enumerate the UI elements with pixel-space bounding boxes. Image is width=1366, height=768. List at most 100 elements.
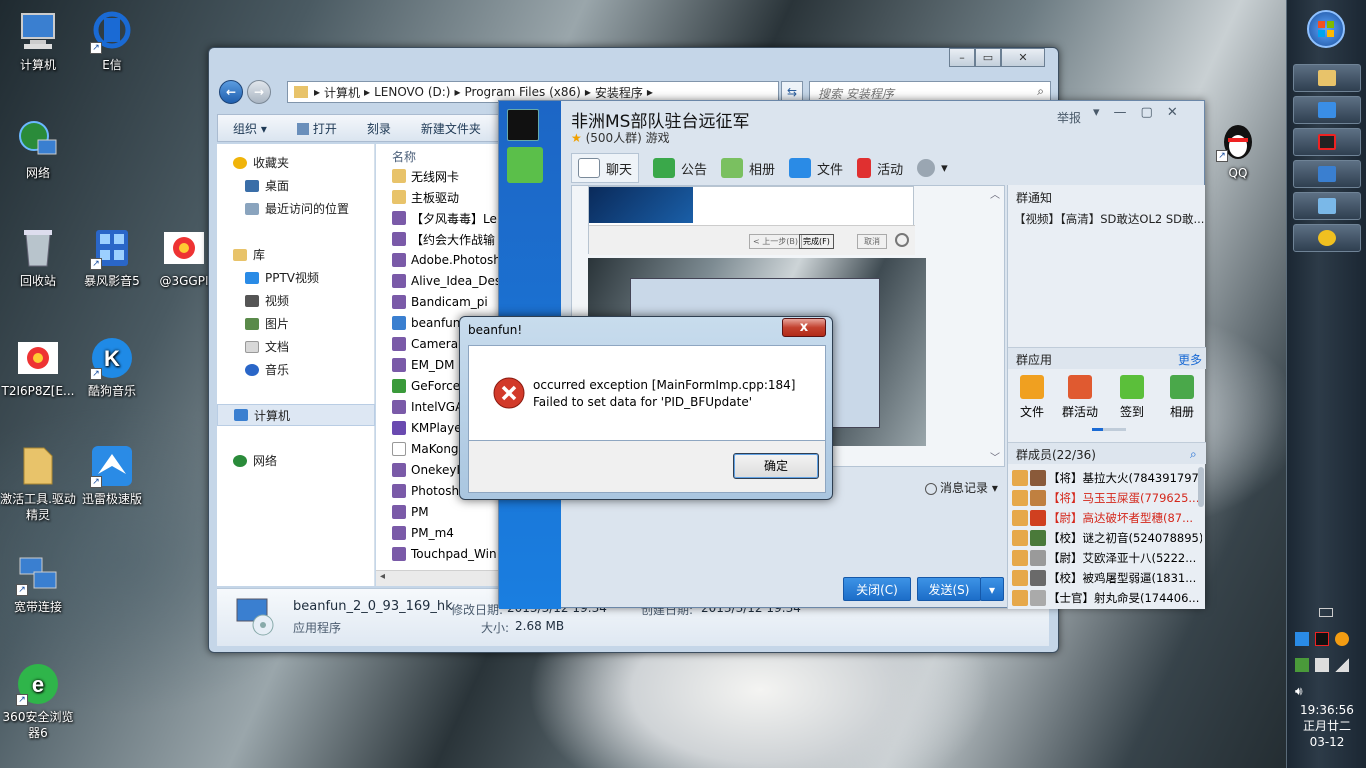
member-row[interactable]: 【士官】射丸命旻(174406... [1012,588,1202,608]
tab-activity[interactable]: 活动 [857,158,903,178]
send-options-button[interactable]: ▾ [980,577,1004,601]
app-file[interactable]: 文件 [1012,375,1052,420]
tab-chat[interactable]: 聊天 [571,153,640,183]
tray-360-icon[interactable] [1335,632,1349,646]
send-button[interactable]: 发送(S) [917,577,981,601]
dialog-close-button[interactable]: x [782,318,826,337]
maximize-button[interactable]: ▢ [1141,105,1153,120]
column-header-name[interactable]: 名称 [392,148,416,165]
desktop-icon-baofeng[interactable]: ↗ 暴风影音5 [74,226,150,289]
tray-signal-icon[interactable] [1335,658,1349,672]
taskbar-item-network[interactable] [1293,160,1361,188]
file-name: Alive_Idea_Des [411,274,502,288]
desktop-icon-computer[interactable]: 计算机 [0,10,76,73]
minimize-button[interactable]: — [1114,105,1127,120]
navigation-pane: 收藏夹 桌面 最近访问的位置 库 PPTV视频 视频 图片 文档 音乐 计算机 … [217,144,375,586]
close-button[interactable]: ✕ [1001,48,1045,67]
tray-monitor-icon[interactable] [1295,658,1309,672]
tray-qq-icon[interactable] [1315,632,1329,646]
message-history-button[interactable]: 消息记录 ▾ [925,479,998,496]
forward-button[interactable]: → [247,80,271,104]
nav-label: 文档 [265,340,290,354]
taskbar-item-beanfun[interactable] [1293,224,1361,252]
nav-computer[interactable]: 计算机 [217,404,375,426]
back-button[interactable]: ← [219,80,243,104]
minimize-button[interactable]: – [949,48,975,67]
member-row[interactable]: 【将】马玉玉屎蛋(779625... [1012,488,1202,508]
taskbar-item-qq[interactable] [1293,128,1361,156]
desktop-icon-t2i6p8z[interactable]: T2I6P8Z[E... [0,336,76,399]
taskbar-item-tool[interactable] [1293,192,1361,220]
desktop-icon-exin[interactable]: ↗ E信 [74,10,150,73]
nav-favorites[interactable]: 收藏夹 [233,154,391,171]
desktop-icon-broadband[interactable]: ↗ 宽带连接 [0,552,76,615]
breadcrumb-drive[interactable]: LENOVO (D:) [374,85,450,99]
clock[interactable]: 19:36:56 正月廿二 03-12 [1287,702,1366,750]
breadcrumb-computer[interactable]: 计算机 [324,84,360,101]
open-button[interactable]: 打开 [282,120,352,137]
close-button[interactable]: ✕ [1167,105,1178,120]
members-scrollbar[interactable] [1198,467,1204,507]
tray-power-icon[interactable] [1315,658,1329,672]
tray-keyboard-icon[interactable] [1319,608,1333,617]
sidebar-group-icon[interactable] [507,147,543,183]
apps-pager-dots[interactable] [1092,428,1126,431]
recycle-bin-icon [16,226,60,270]
desktop-icon-label: 计算机 [19,58,56,72]
organize-button[interactable]: 组织 ▾ [218,120,282,137]
folder-icon [789,158,812,178]
ok-button[interactable]: 确定 [733,453,819,479]
start-button[interactable] [1307,10,1345,48]
close-chat-button[interactable]: 关闭(C) [843,577,911,601]
app-label: 相册 [1169,405,1194,419]
scroll-left-icon[interactable]: ◂ [380,571,385,582]
group-apps-more-link[interactable]: 更多 [1178,351,1202,368]
desktop-icon-qq[interactable]: ↗ QQ [1200,118,1276,181]
tray-app-icon[interactable] [1295,632,1309,646]
shortcut-arrow-icon: ↗ [16,694,28,706]
breadcrumb-program-files[interactable]: Program Files (x86) [465,85,581,99]
new-folder-button[interactable]: 新建文件夹 [406,120,496,137]
app-checkin[interactable]: 签到 [1112,375,1152,420]
clock-lunar: 正月廿二 [1302,719,1351,733]
tab-label: 相册 [749,162,776,178]
app-album[interactable]: 相册 [1162,375,1202,420]
chat-bubble-icon [578,158,600,178]
zoom-icon[interactable] [895,233,909,247]
tab-announcement[interactable]: 公告 [653,158,707,178]
tab-album[interactable]: 相册 [721,158,775,178]
nav-label: 计算机 [254,408,291,423]
desktop-icon-drivers[interactable]: 激活工具.驱动精灵 [0,444,76,523]
tab-files[interactable]: 文件 [789,158,843,178]
member-row[interactable]: 【将】基拉大火(784391797) [1012,468,1202,488]
volume-icon[interactable]: 🔊︎ [1295,684,1303,699]
desktop-icon-network[interactable]: 网络 [0,118,76,181]
desktop-icon-360-browser[interactable]: e ↗ 360安全浏览器6 [0,662,76,741]
chat-scroll-down-icon[interactable]: ﹀ [990,449,1000,464]
taskbar-item-explorer[interactable] [1293,64,1361,92]
settings-button[interactable]: ▾ [917,159,948,177]
app-activity[interactable]: 群活动 [1060,375,1100,420]
nav-libraries[interactable]: 库 [233,246,391,263]
qq-penguin-icon [1318,134,1336,150]
nav-network[interactable]: 网络 [233,452,391,469]
dropdown-arrow-icon[interactable]: ▾ [1093,105,1100,120]
member-row[interactable]: 【尉】艾欧泽亚十八(5222... [1012,548,1202,568]
member-row[interactable]: 【校】被鸡屠型弱逼(1831... [1012,568,1202,588]
nav-label: 图片 [265,317,290,331]
taskbar-item-app[interactable] [1293,96,1361,124]
member-search-icon[interactable]: ⌕ [1190,447,1197,462]
desktop-icon-thunder[interactable]: ↗ 迅雷极速版 [74,444,150,507]
burn-button[interactable]: 刻录 [352,120,406,137]
desktop-icon-kugou[interactable]: K ↗ 酷狗音乐 [74,336,150,399]
sidebar-app-icon[interactable] [507,109,539,141]
group-notice-text[interactable]: 【视频】【高清】SD敢达OL2 SD敢... [1014,211,1204,227]
report-link[interactable]: 举报 [1057,109,1081,126]
breadcrumb-install[interactable]: 安装程序 [595,84,643,101]
desktop-icon-recycle-bin[interactable]: 回收站 [0,226,76,289]
chat-scroll-up-icon[interactable]: ︿ [990,186,1000,201]
member-row[interactable]: 【尉】高达破坏者型穗(87... [1012,508,1202,528]
member-name: 【将】基拉大火(784391797) [1048,471,1202,485]
member-row[interactable]: 【校】谜之初音(524078895) [1012,528,1202,548]
maximize-button[interactable]: ▭ [975,48,1001,67]
